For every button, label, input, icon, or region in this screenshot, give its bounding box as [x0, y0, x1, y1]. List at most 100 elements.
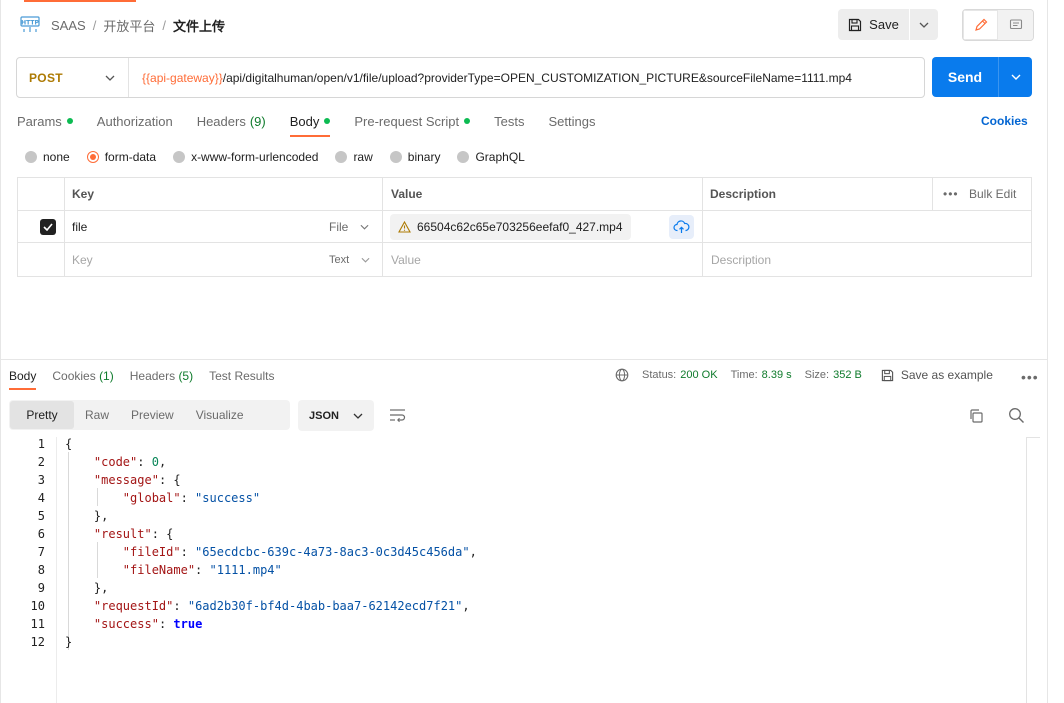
edit-mode-button[interactable] [963, 10, 998, 40]
comment-icon [1009, 19, 1022, 30]
radio-raw[interactable]: raw [335, 150, 373, 164]
cookies-link[interactable]: Cookies [981, 114, 1028, 128]
view-mode-segmented: Pretty Raw Preview Visualize [9, 400, 290, 430]
checkmark-icon [40, 218, 56, 235]
method-select[interactable]: POST [17, 58, 129, 97]
tab-headers[interactable]: Headers (9) [197, 113, 266, 129]
body-type-radio-group: none form-data x-www-form-urlencoded raw… [25, 150, 542, 164]
tab-count: (1) [99, 369, 114, 383]
radio-circle [173, 151, 186, 163]
table-header-row: Key Value Description ••• Bulk Edit [18, 178, 1031, 211]
radio-circle [457, 151, 470, 163]
size-info[interactable]: Size: 352 B [805, 369, 862, 381]
radio-circle [25, 151, 37, 163]
key-input-placeholder[interactable]: Key [72, 243, 93, 276]
breadcrumb-workspace[interactable]: SAAS [51, 18, 86, 33]
table-row-placeholder: Key Text Value Description [18, 243, 1031, 276]
status-dot [66, 118, 73, 124]
code-line: 8 "fileName": "1111.mp4" [0, 561, 1020, 579]
tab-label: Settings [548, 113, 596, 129]
response-tab-body[interactable]: Body [9, 369, 37, 390]
view-visualize[interactable]: Visualize [185, 401, 255, 429]
tab-settings[interactable]: Settings [548, 113, 595, 129]
view-pretty[interactable]: Pretty [10, 401, 74, 429]
chevron-down-icon [360, 224, 369, 230]
save-button[interactable]: Save [838, 9, 910, 40]
bulk-edit-button[interactable]: Bulk Edit [969, 178, 1016, 210]
breadcrumb-request-name[interactable]: 文件上传 [173, 16, 225, 35]
time-info[interactable]: Time: 8.39 s [731, 369, 792, 381]
selected-file-chip[interactable]: 66504c62c65e703256eefaf0_427.mp4 [390, 214, 631, 240]
response-tab-cookies[interactable]: Cookies (1) [52, 369, 113, 383]
radio-circle [389, 151, 402, 163]
format-select[interactable]: JSON [298, 400, 374, 431]
tab-label: Tests [494, 113, 525, 129]
key-type-select[interactable]: Text [329, 243, 370, 276]
right-border [1047, 0, 1048, 703]
chevron-down-icon [919, 22, 929, 28]
status-info[interactable]: Status: 200 OK [642, 369, 718, 381]
line-number: 2 [37, 455, 45, 469]
response-body-code[interactable]: 1{2 "code": 0, 3 "message": {4 "global": … [0, 436, 1040, 703]
key-cell[interactable]: file [72, 211, 87, 242]
code-text: "success": true [93, 617, 203, 631]
size-value: 352 B [833, 369, 862, 381]
view-raw[interactable]: Raw [74, 401, 120, 429]
pane-divider[interactable] [0, 359, 1048, 360]
value-input-placeholder[interactable]: Value [391, 243, 421, 276]
description-input-placeholder[interactable]: Description [711, 243, 771, 276]
tab-tests[interactable]: Tests [494, 113, 524, 129]
response-tab-test-results[interactable]: Test Results [209, 369, 274, 383]
radio-label: binary [407, 150, 441, 164]
more-options-icon[interactable]: ••• [943, 178, 959, 210]
radio-binary[interactable]: binary [389, 150, 441, 164]
tab-pre-request-script[interactable]: Pre-request Script [354, 113, 471, 129]
send-options-button[interactable] [999, 57, 1032, 97]
breadcrumb-collection[interactable]: 开放平台 [103, 16, 155, 35]
save-as-example-button[interactable]: Save as example [881, 368, 993, 382]
documentation-mode-button[interactable] [998, 10, 1033, 40]
tab-label: Test Results [209, 369, 275, 383]
send-button[interactable]: Send [932, 57, 999, 97]
radio-label: form-data [104, 150, 157, 164]
size-label: Size: [804, 369, 830, 381]
radio-graphql[interactable]: GraphQL [457, 150, 525, 164]
radio-label: none [43, 150, 70, 164]
code-line: 4 "global": "success" [0, 489, 1020, 507]
code-line: 10 "requestId": "6ad2b30f-bf4d-4bab-baa7… [0, 597, 1020, 615]
response-tab-headers[interactable]: Headers (5) [130, 369, 193, 383]
search-icon[interactable] [1008, 407, 1025, 424]
type-label: File [329, 219, 349, 234]
line-number: 1 [37, 437, 45, 451]
row-enabled-checkbox[interactable] [40, 211, 56, 242]
code-line: 2 "code": 0, [0, 453, 1020, 471]
network-info[interactable] [615, 368, 629, 382]
code-text: } [65, 635, 73, 649]
radio-circle [86, 151, 99, 163]
tab-authorization[interactable]: Authorization [97, 113, 173, 129]
floppy-disk-icon [849, 18, 862, 31]
radio-x-www-form-urlencoded[interactable]: x-www-form-urlencoded [173, 150, 318, 164]
tab-params[interactable]: Params [17, 113, 73, 129]
line-number: 10 [30, 599, 45, 613]
line-number: 5 [37, 509, 45, 523]
tab-label: Headers [129, 369, 176, 383]
wrap-lines-icon[interactable] [389, 407, 407, 423]
url-input[interactable]: {{api-gateway}}/api/digitalhuman/open/v1… [129, 71, 852, 85]
url-path: /api/digitalhuman/open/v1/file/upload?pr… [222, 70, 852, 85]
radio-label: x-www-form-urlencoded [191, 150, 319, 164]
svg-text:HTTP: HTTP [21, 20, 39, 27]
copy-icon[interactable] [968, 408, 984, 424]
radio-form-data[interactable]: form-data [86, 150, 157, 164]
upload-file-button[interactable] [669, 215, 694, 239]
breadcrumb-separator: / [162, 18, 166, 33]
code-line: 11 "success": true [0, 615, 1020, 633]
key-type-select[interactable]: File [329, 211, 369, 242]
more-options-icon[interactable]: ••• [1021, 369, 1039, 385]
tab-body[interactable]: Body [289, 113, 331, 137]
code-text: "message": { [93, 473, 181, 487]
save-options-button[interactable] [910, 9, 938, 40]
radio-none[interactable]: none [25, 150, 70, 164]
view-preview[interactable]: Preview [120, 401, 185, 429]
tab-count: (9) [249, 113, 266, 129]
